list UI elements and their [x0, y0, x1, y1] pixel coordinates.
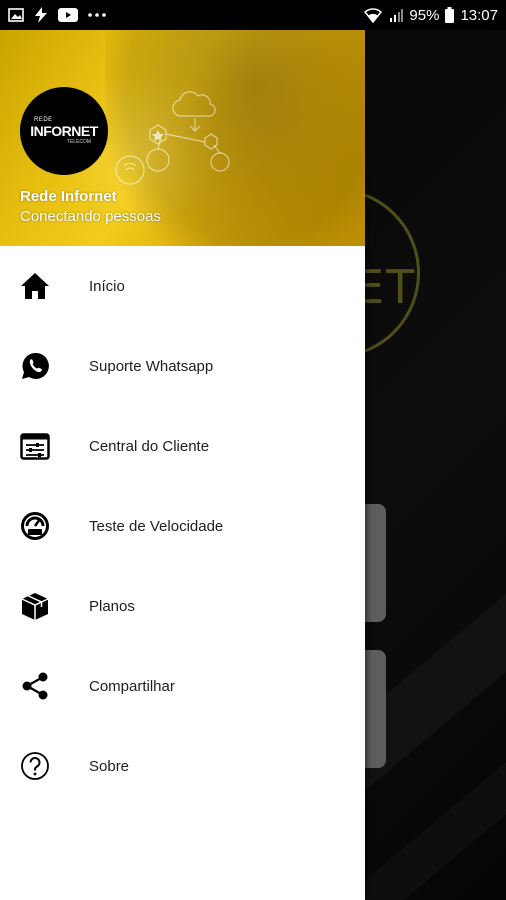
package-icon	[19, 590, 51, 622]
status-bar: 95% 13:07	[0, 0, 506, 30]
navigation-drawer: REDE INFORNET TELECOM Rede Infornet Cone…	[0, 30, 365, 900]
menu-item-label: Planos	[89, 597, 135, 615]
menu-item-planos[interactable]: Planos	[0, 566, 365, 646]
drawer-title: Rede Infornet	[20, 188, 117, 205]
menu-item-label: Início	[89, 277, 125, 295]
menu-item-compartilhar[interactable]: Compartilhar	[0, 646, 365, 726]
drawer-subtitle: Conectando pessoas	[20, 208, 161, 225]
whatsapp-icon	[19, 350, 51, 382]
menu-item-inicio[interactable]: Início	[0, 246, 365, 326]
menu-item-label: Compartilhar	[89, 677, 175, 695]
signal-icon	[389, 8, 404, 22]
menu-item-suporte-whatsapp[interactable]: Suporte Whatsapp	[0, 326, 365, 406]
more-dots-icon	[88, 13, 106, 17]
menu-item-central-do-cliente[interactable]: Central do Cliente	[0, 406, 365, 486]
company-logo: REDE INFORNET TELECOM	[20, 87, 108, 175]
clock: 13:07	[460, 6, 498, 24]
status-bar-system: 95% 13:07	[363, 7, 498, 24]
battery-icon	[445, 7, 455, 23]
flash-icon	[34, 7, 48, 23]
home-icon	[19, 270, 51, 302]
youtube-icon	[58, 8, 78, 22]
battery-percent: 95%	[409, 6, 440, 24]
menu-item-teste-de-velocidade[interactable]: Teste de Velocidade	[0, 486, 365, 566]
drawer-menu: Início Suporte Whatsapp Central do Clien…	[0, 246, 365, 806]
speedometer-icon	[19, 510, 51, 542]
image-icon	[8, 8, 24, 22]
header-network-graphic	[115, 91, 230, 185]
status-bar-notifications	[8, 7, 106, 23]
menu-item-label: Central do Cliente	[89, 437, 210, 455]
wifi-icon	[363, 7, 383, 23]
menu-item-sobre[interactable]: Sobre	[0, 726, 365, 806]
menu-item-label: Suporte Whatsapp	[89, 357, 214, 375]
drawer-header: REDE INFORNET TELECOM Rede Infornet Cone…	[0, 30, 365, 246]
menu-item-label: Sobre	[89, 757, 130, 775]
menu-item-label: Teste de Velocidade	[89, 517, 224, 535]
help-icon	[19, 750, 51, 782]
settings-panel-icon	[19, 430, 51, 462]
share-icon	[19, 670, 51, 702]
